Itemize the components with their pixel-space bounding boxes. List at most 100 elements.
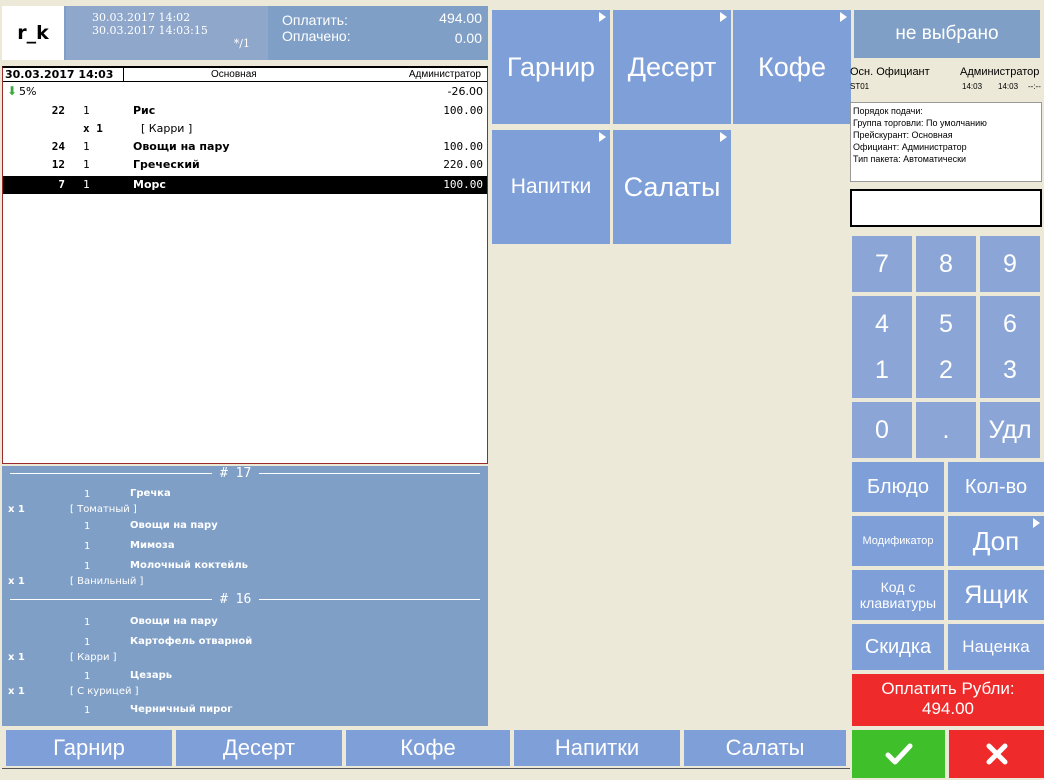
history-name: Молочный коктейль (130, 560, 248, 571)
history-qty: 1 (84, 521, 91, 532)
status-bar (2, 768, 850, 780)
category-tile-napitki[interactable]: Напитки (492, 130, 610, 244)
numpad-key-9[interactable]: 9 (980, 236, 1040, 292)
numpad-key-3[interactable]: 3 (980, 342, 1040, 398)
info-line: Группа торговли: По умолчанию (853, 118, 987, 128)
numpad-key-2[interactable]: 2 (916, 342, 976, 398)
info-line: Тип пакета: Автоматически (853, 154, 967, 164)
numpad-key-dot[interactable]: . (916, 402, 976, 458)
markup-button[interactable]: Наценка (948, 624, 1044, 670)
checkmark-icon (885, 743, 912, 765)
row-price: 220.00 (443, 158, 483, 171)
discount-button[interactable]: Скидка (852, 624, 944, 670)
modifier-qty: x 1 (83, 122, 103, 135)
station-id: ST01 (850, 82, 870, 91)
history-mod-qty: x 1 (8, 576, 25, 587)
category-label: Напитки (510, 175, 592, 198)
history-row: 1 Черничный пирог (2, 702, 488, 718)
category-tile-kofe[interactable]: Кофе (733, 10, 851, 124)
order-divider: # 17 (2, 466, 488, 481)
history-modifier-row: x 1 [ Карри ] (2, 650, 488, 666)
numpad-key-0[interactable]: 0 (852, 402, 912, 458)
current-time: 30.03.2017 14:03:15 (92, 24, 208, 37)
history-name: Картофель отварной (130, 636, 253, 647)
pay-rubles-button[interactable]: Оплатить Рубли: 494.00 (852, 674, 1044, 726)
category-label: Салаты (623, 171, 721, 202)
modifier-name: [ Карри ] (141, 122, 193, 135)
previous-orders[interactable]: # 17 1 Гречка x 1 [ Томатный ] 1 Овощи н… (2, 466, 488, 726)
keyboard-code-button[interactable]: Код с клавиатуры (852, 570, 944, 620)
order-row-selected[interactable]: 7 1 Морс 100.00 (3, 176, 487, 194)
submenu-arrow-icon (1033, 518, 1040, 528)
order-items-list[interactable]: 30.03.2017 14:03 Основная Администратор … (2, 66, 488, 464)
row-qty: 1 (83, 104, 90, 117)
history-qty: 1 (84, 489, 91, 500)
bottom-category-garnir[interactable]: Гарнир (6, 730, 172, 766)
discount-row[interactable]: ⬇ 5% -26.00 (3, 83, 487, 101)
bottom-category-napitki[interactable]: Напитки (514, 730, 680, 766)
bottom-category-kofe[interactable]: Кофе (346, 730, 510, 766)
category-tile-desert[interactable]: Десерт (613, 10, 731, 124)
order-divider: # 16 (2, 592, 488, 607)
cash-drawer-button[interactable]: Ящик (948, 570, 1044, 620)
history-row: 1 Мимоза (2, 538, 488, 554)
history-mod-qty: x 1 (8, 504, 25, 515)
row-name: Морс (133, 178, 166, 191)
order-header: r_k 30.03.2017 14:02 30.03.2017 14:03:15… (2, 6, 488, 60)
header-divider (123, 68, 124, 82)
order-info-box: Порядок подачи: Группа торговли: По умол… (850, 102, 1042, 182)
staff-label: Осн. Официант (850, 66, 930, 78)
category-tile-salaty[interactable]: Салаты (613, 130, 731, 244)
app-logo: r_k (2, 6, 64, 60)
extra-button[interactable]: Доп (948, 516, 1044, 566)
history-mod: [ Карри ] (70, 652, 117, 663)
quantity-button[interactable]: Кол-во (948, 462, 1044, 512)
history-qty: 1 (84, 617, 91, 628)
history-row: 1 Овощи на пару (2, 518, 488, 534)
submenu-arrow-icon (840, 12, 847, 22)
order-row[interactable]: 12 1 Греческий 220.00 (3, 156, 487, 174)
order-row[interactable]: 24 1 Овощи на пару 100.00 (3, 138, 487, 156)
history-modifier-row: x 1 [ Томатный ] (2, 502, 488, 518)
guest-slot: */1 (233, 37, 250, 50)
modifier-button[interactable]: Модификатор (852, 516, 944, 566)
dish-button[interactable]: Блюдо (852, 462, 944, 512)
row-name: Греческий (133, 158, 200, 171)
history-mod: [ С курицей ] (70, 686, 139, 697)
category-label: Десерт (627, 51, 717, 82)
info-line: Официант: Администратор (853, 142, 967, 152)
history-qty: 1 (84, 541, 91, 552)
submenu-arrow-icon (599, 12, 606, 22)
category-label: Кофе (758, 51, 826, 82)
numpad-key-8[interactable]: 8 (916, 236, 976, 292)
confirm-button[interactable] (852, 730, 945, 778)
history-modifier-row: x 1 [ Ванильный ] (2, 574, 488, 590)
row-qty: 1 (83, 178, 90, 191)
numpad-key-delete[interactable]: Удл (980, 402, 1040, 458)
order-modifier-row[interactable]: x 1 [ Карри ] (3, 120, 487, 138)
bottom-category-salaty[interactable]: Салаты (684, 730, 846, 766)
history-modifier-row: x 1 [ С курицей ] (2, 684, 488, 700)
paid-label: Оплачено: (282, 28, 351, 44)
history-qty: 1 (84, 561, 91, 572)
row-qty: 1 (83, 158, 90, 171)
to-pay-value: 494.00 (439, 10, 482, 26)
bottom-category-desert[interactable]: Десерт (176, 730, 342, 766)
table-status-button[interactable]: не выбрано (854, 10, 1040, 58)
category-tile-garnir[interactable]: Гарнир (492, 10, 610, 124)
row-seat: 22 (51, 104, 65, 117)
paid-value: 0.00 (454, 30, 482, 46)
numpad-key-7[interactable]: 7 (852, 236, 912, 292)
cancel-button[interactable] (949, 730, 1044, 778)
staff-name: Администратор (960, 66, 1040, 78)
totals-box: Оплатить: 494.00 Оплачено: 0.00 (270, 6, 488, 60)
row-name: Овощи на пару (133, 140, 230, 153)
history-name: Овощи на пару (130, 520, 218, 531)
row-name: Рис (133, 104, 156, 117)
info-line: Порядок подачи: (853, 106, 923, 116)
numeric-input[interactable] (850, 189, 1042, 227)
order-row[interactable]: 22 1 Рис 100.00 (3, 102, 487, 120)
numpad-key-1[interactable]: 1 (852, 342, 912, 398)
row-price: 100.00 (443, 104, 483, 117)
order-list-header: 30.03.2017 14:03 Основная Администратор (3, 68, 487, 82)
